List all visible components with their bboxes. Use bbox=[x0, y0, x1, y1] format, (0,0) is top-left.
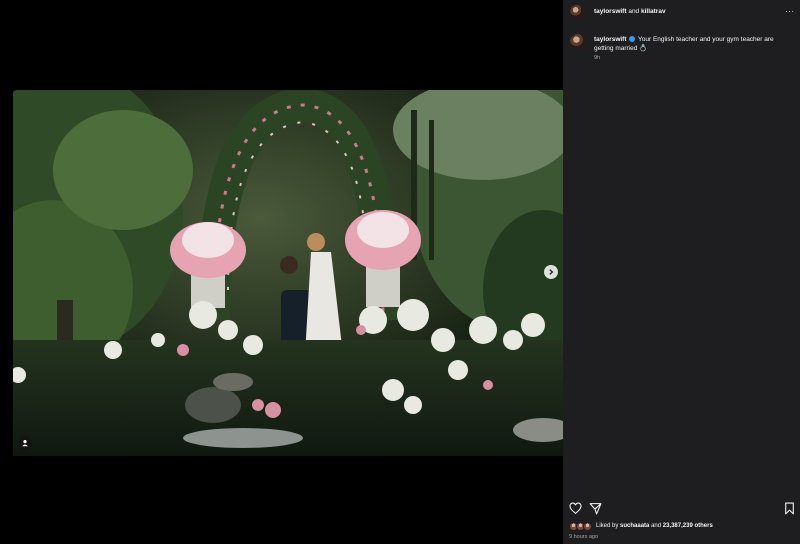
likes-summary: Liked by suchaaata and 23,387,239 others bbox=[569, 522, 799, 532]
coauthor-username[interactable]: killatrav bbox=[641, 8, 666, 15]
more-options-button[interactable]: ··· bbox=[785, 7, 795, 16]
next-photo-button[interactable] bbox=[544, 265, 558, 279]
caption-username[interactable]: taylorswift bbox=[594, 36, 627, 43]
post-authors: taylorswift and killatrav bbox=[594, 8, 666, 15]
media-pane bbox=[0, 0, 563, 544]
likes-text[interactable]: Liked by suchaaata and 23,387,239 others bbox=[596, 523, 713, 529]
ring-emoji: 💍 bbox=[639, 45, 648, 52]
person-tag-icon bbox=[22, 440, 28, 447]
post-photo[interactable] bbox=[13, 90, 563, 456]
caption-timestamp: 9h bbox=[594, 55, 601, 61]
author-avatar[interactable] bbox=[570, 5, 584, 19]
caption-body: taylorswift Your English teacher and you… bbox=[594, 35, 790, 53]
bookmark-icon[interactable] bbox=[783, 502, 796, 515]
liked-by-user[interactable]: suchaaata bbox=[620, 523, 649, 529]
likes-prefix: Liked by bbox=[596, 523, 619, 529]
verified-badge-icon bbox=[629, 35, 636, 42]
authors-and: and bbox=[628, 8, 640, 15]
likes-count[interactable]: 23,387,239 others bbox=[663, 523, 713, 529]
post-actions bbox=[563, 500, 800, 516]
heart-icon[interactable] bbox=[569, 502, 582, 515]
tagged-people-button[interactable] bbox=[18, 436, 32, 450]
caption-avatar[interactable] bbox=[570, 34, 586, 50]
author-username[interactable]: taylorswift bbox=[594, 8, 627, 15]
post-header: taylorswift and killatrav ··· bbox=[563, 0, 800, 24]
garden-proposal-image bbox=[13, 90, 563, 456]
post-sidebar: taylorswift and killatrav ··· taylorswif… bbox=[563, 0, 800, 544]
liker-avatar bbox=[583, 522, 592, 531]
chevron-right-icon bbox=[549, 269, 554, 275]
likes-and: and bbox=[651, 523, 662, 529]
post-timestamp: 9 hours ago bbox=[569, 534, 599, 540]
send-icon[interactable] bbox=[589, 502, 602, 515]
